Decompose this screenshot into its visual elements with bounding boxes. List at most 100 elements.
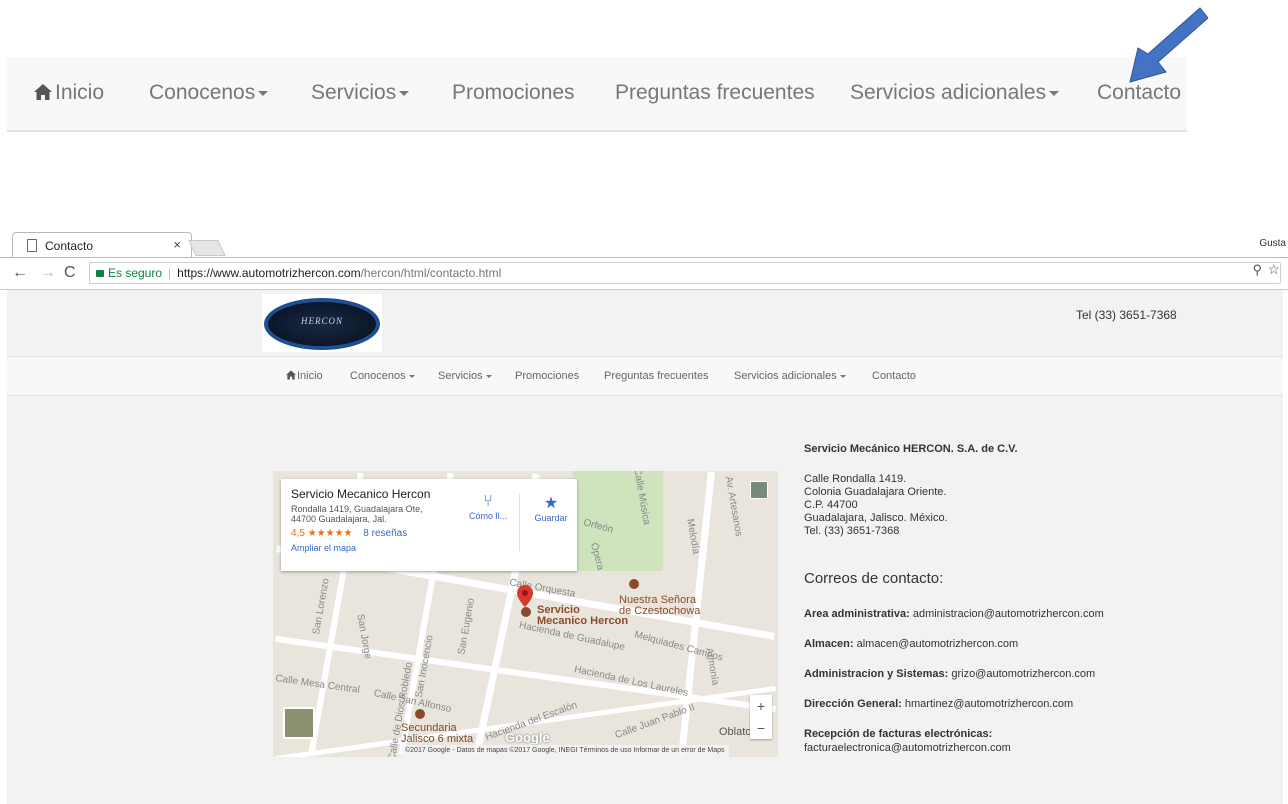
oblato-label: Oblato <box>719 726 752 738</box>
reload-icon[interactable]: C <box>64 264 76 282</box>
pegman-thumbnail[interactable] <box>750 481 768 499</box>
save-label: Guardar <box>534 513 568 523</box>
site-nav-servicios-adicionales-label: Servicios adicionales <box>734 370 837 382</box>
forward-arrow-icon[interactable]: → <box>40 264 56 282</box>
map-street-label: San Lorenzo <box>311 577 332 636</box>
email-label: Administracion y Sistemas: <box>804 668 949 680</box>
home-icon <box>286 370 296 380</box>
omnibox-separator: | <box>168 266 172 280</box>
back-arrow-icon[interactable]: ← <box>12 264 28 282</box>
email-label: Dirección General: <box>804 698 902 710</box>
new-tab-button[interactable] <box>188 240 226 256</box>
star-rating-icon: ★★★★★ <box>307 528 353 539</box>
map-street-label: San Eugenio <box>456 597 478 656</box>
site-nav-promociones-label: Promociones <box>515 370 580 382</box>
caret-down-icon <box>1049 90 1060 96</box>
nav-contacto[interactable]: Contacto <box>1097 81 1181 105</box>
service-poi-icon <box>521 607 531 617</box>
contact-info: Servicio Mecánico HERCON. S.A. de C.V. C… <box>804 443 1264 755</box>
address-line: Colonia Guadalajara Oriente. <box>804 486 947 498</box>
site-nav-preguntas-label: Preguntas frecuentes <box>604 370 709 382</box>
site-nav-inicio-label: Inicio <box>297 370 323 382</box>
card-divider <box>519 493 520 551</box>
reviews-link[interactable]: 8 reseñas <box>363 528 407 539</box>
nav-promociones-label: Promociones <box>452 81 575 104</box>
map-street-label: Av. Artesanos <box>722 475 745 538</box>
rating-value: 4,5 <box>291 528 305 539</box>
pointer-arrow-icon <box>1129 7 1208 83</box>
nav-preguntas[interactable]: Preguntas frecuentes <box>615 81 815 105</box>
document-icon <box>27 239 37 252</box>
email-label: Recepción de facturas electrónicas: <box>804 728 993 740</box>
bookmark-star-icon[interactable]: ☆ <box>1267 261 1280 278</box>
map-attribution: ©2017 Google - Datos de mapas ©2017 Goog… <box>401 745 729 757</box>
nav-inicio[interactable]: Inicio <box>33 81 104 105</box>
email-row: Area administrativa: administracion@auto… <box>804 607 1264 621</box>
header-phone: Tel (33) 3651-7368 <box>1076 308 1177 322</box>
browser-tab[interactable]: Contacto × <box>12 232 192 258</box>
nav-conocenos-label: Conocenos <box>149 81 256 104</box>
email-address[interactable]: almacen@automotrizhercon.com <box>857 638 1019 650</box>
address-line: Guadalajara, Jalisco. México. <box>804 512 948 524</box>
browser-toolbar: ← → C Es seguro | https://www.automotrizhe… <box>0 258 1288 290</box>
site-nav-inicio[interactable]: Inicio <box>285 370 323 382</box>
school-icon <box>415 709 425 719</box>
caret-down-icon <box>399 90 410 96</box>
site-nav-conocenos[interactable]: Conocenos <box>350 370 415 382</box>
nav-servicios-label: Servicios <box>311 81 397 104</box>
nav-promociones[interactable]: Promociones <box>452 81 575 105</box>
site-nav-servicios-label: Servicios <box>438 370 483 382</box>
address-bar[interactable]: Es seguro | https://www.automotrizhercon.c… <box>89 262 1281 284</box>
map-info-card: Servicio Mecanico Hercon Rondalla 1419, … <box>281 479 577 571</box>
security-label: Es seguro <box>108 266 163 280</box>
place-address-line: 44700 Guadalajara, Jal. <box>291 514 387 524</box>
church-label: Nuestra Señora de Czestochowa <box>619 595 700 617</box>
email-row: Almacen: almacen@automotrizhercon.com <box>804 637 1264 651</box>
emails-heading: Correos de contacto: <box>804 570 944 587</box>
place-rating: 4,5 ★★★★★ 8 reseñas <box>291 528 567 539</box>
church-label-line: de Czestochowa <box>619 605 701 617</box>
zoom-magnifier-icon[interactable]: ⚲ <box>1252 262 1262 278</box>
home-icon <box>34 84 52 100</box>
school-label: Secundaria Jalisco 6 mixta <box>401 723 473 745</box>
enlarge-map-link[interactable]: Ampliar el mapa <box>291 543 567 553</box>
map-pin-icon[interactable] <box>517 585 533 607</box>
place-name: Servicio Mecanico Hercon <box>291 487 431 501</box>
embedded-map[interactable]: Calle Orquesta Ópera Hacienda de Guadalu… <box>273 471 778 757</box>
nav-servicios-adicionales[interactable]: Servicios adicionales <box>850 81 1060 105</box>
email-address[interactable]: hmartinez@automotrizhercon.com <box>905 698 1073 710</box>
site-logo[interactable]: HERCON <box>262 294 382 352</box>
email-address[interactable]: grizo@automotrizhercon.com <box>951 668 1095 680</box>
company-name: Servicio Mecánico HERCON. S.A. de C.V. <box>804 443 1018 455</box>
satellite-toggle[interactable] <box>283 707 315 739</box>
google-logo: Google <box>505 730 550 745</box>
save-button[interactable]: ★ Guardar <box>527 493 575 523</box>
email-address[interactable]: facturaelectronica@automotrizhercon.com <box>804 742 1011 754</box>
site-nav-servicios-adicionales[interactable]: Servicios adicionales <box>734 370 846 382</box>
directions-button[interactable]: ⑂ Cómo ll... <box>459 493 517 521</box>
site-nav-conocenos-label: Conocenos <box>350 370 406 382</box>
site-nav-promociones[interactable]: Promociones <box>515 370 579 382</box>
nav-conocenos[interactable]: Conocenos <box>149 81 269 105</box>
pin-label-line: Mecanico Hercon <box>537 615 629 627</box>
nav-inicio-label: Inicio <box>55 81 105 104</box>
site-nav-preguntas[interactable]: Preguntas frecuentes <box>604 370 709 382</box>
email-row: Administracion y Sistemas: grizo@automot… <box>804 667 1264 681</box>
place-address-line: Rondalla 1419, Guadalajara Ote, <box>291 504 423 514</box>
profile-button[interactable]: Gusta <box>1259 238 1286 249</box>
zoom-out-button[interactable]: − <box>750 717 772 739</box>
site-nav-contacto[interactable]: Contacto <box>872 370 916 382</box>
site-navbar: Inicio Conocenos Servicios Promociones P… <box>7 356 1283 396</box>
email-address[interactable]: administracion@automotrizhercon.com <box>913 608 1104 620</box>
site-nav-contacto-label: Contacto <box>872 370 917 382</box>
zoom-in-button[interactable]: + <box>750 695 772 717</box>
address-line: Calle Rondalla 1419. <box>804 473 907 485</box>
caret-down-icon <box>408 374 415 378</box>
map-street-label: Melodía <box>684 518 702 555</box>
star-icon: ★ <box>543 495 559 512</box>
close-icon[interactable]: × <box>173 237 181 252</box>
enlarged-navbar: Inicio Conocenos Servicios Promociones P… <box>7 57 1187 132</box>
site-nav-servicios[interactable]: Servicios <box>438 370 492 382</box>
url-host: https://www.automotrizhercon.com <box>177 266 361 280</box>
nav-servicios[interactable]: Servicios <box>311 81 410 105</box>
